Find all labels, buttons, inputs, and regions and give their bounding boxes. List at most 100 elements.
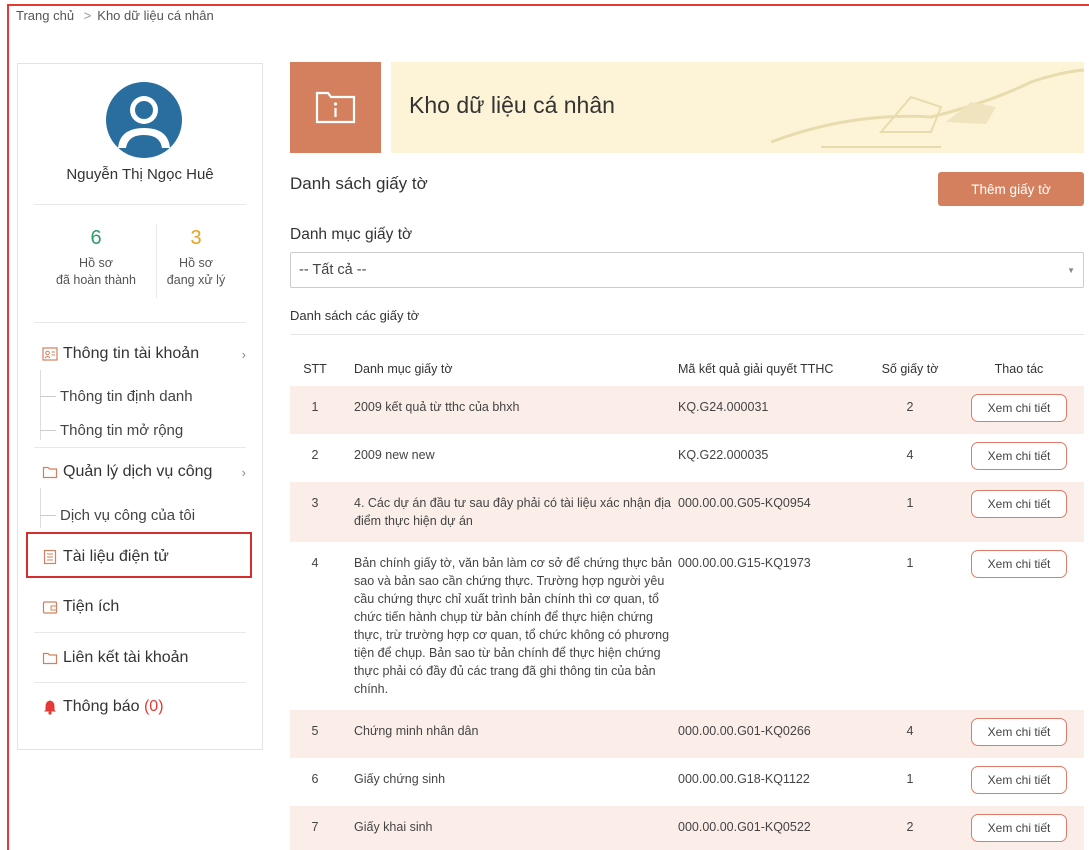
table-row: 7 Giấy khai sinh 000.00.00.G01-KQ0522 2 … [290, 806, 1084, 850]
view-detail-button[interactable]: Xem chi tiết [971, 490, 1067, 518]
row-name: Chứng minh nhân dân [340, 710, 678, 758]
row-name: Bản chính giấy tờ, văn bản làm cơ sở để … [354, 556, 672, 696]
row-name: 2009 new new [354, 448, 435, 462]
view-detail-button[interactable]: Xem chi tiết [971, 766, 1067, 794]
divider [34, 322, 246, 323]
folder-info-icon [315, 91, 356, 124]
menu-utilities-label: Tiện ích [63, 598, 120, 615]
add-document-button[interactable]: Thêm giấy tờ [938, 172, 1084, 206]
menu-extended-info-label: Thông tin mở rộng [60, 421, 184, 439]
menu-account-info-label: Thông tin tài khoản [63, 345, 200, 362]
stat-processing-value: 3 [190, 227, 202, 249]
breadcrumb-home[interactable]: Trang chủ [16, 8, 74, 23]
row-code: KQ.G24.000031 [678, 386, 866, 434]
avatar [106, 82, 182, 158]
table-header-row: STT Danh mục giấy tờ Mã kết quả giải quy… [290, 352, 1084, 386]
menu-e-documents-label: Tài liệu điện tử [63, 548, 169, 565]
page-title: Kho dữ liệu cá nhân [409, 92, 615, 118]
divider [34, 447, 246, 448]
menu-identity-info[interactable]: Thông tin định danh [40, 382, 193, 410]
table-row: 1 2009 kết quả từ tthc của bhxh KQ.G24.0… [290, 386, 1084, 434]
user-name: Nguyễn Thị Ngọc Huê [66, 166, 214, 183]
menu-account-info[interactable]: Thông tin tài khoản › [18, 339, 262, 369]
row-stt: 2 [311, 448, 319, 462]
view-detail-button[interactable]: Xem chi tiết [971, 550, 1067, 578]
view-detail-button[interactable]: Xem chi tiết [971, 814, 1067, 842]
row-code: 000.00.00.G18-KQ1122 [678, 772, 810, 786]
category-select-value: -- Tất cả -- [299, 262, 367, 278]
row-code: 000.00.00.G01-KQ0522 [678, 806, 866, 850]
row-count: 2 [866, 806, 954, 850]
row-count: 4 [906, 448, 914, 462]
caret-down-icon: ▼ [1067, 266, 1075, 275]
stat-completed-label-1: Hồ sơ [79, 256, 113, 270]
menu-linked-accounts-label: Liên kết tài khoản [63, 649, 189, 666]
divider [34, 204, 246, 205]
bell-icon [44, 700, 56, 715]
category-select[interactable]: -- Tất cả -- ▼ [290, 252, 1084, 288]
divider [290, 334, 1084, 335]
menu-utilities[interactable]: Tiện ích [18, 592, 262, 622]
stat-completed-label-2: đã hoàn thành [56, 273, 136, 287]
hero-banner: Kho dữ liệu cá nhân [391, 62, 1084, 153]
header-code: Mã kết quả giải quyết TTHC [678, 362, 834, 376]
divider [34, 682, 246, 683]
menu-public-services[interactable]: Quản lý dịch vụ công › [18, 457, 262, 487]
row-count: 1 [866, 482, 954, 542]
document-icon [43, 549, 57, 565]
user-avatar-icon [118, 96, 170, 148]
row-name: 2009 kết quả từ tthc của bhxh [340, 386, 678, 434]
row-stt: 5 [290, 710, 340, 758]
id-card-icon [42, 347, 58, 361]
section-title: Danh sách giấy tờ [290, 174, 428, 193]
list-title: Danh sách các giấy tờ [290, 308, 420, 323]
stat-processing: 3 Hồ sơ đang xử lý [146, 226, 246, 289]
chevron-right-icon: › [241, 464, 246, 480]
breadcrumb: Trang chủ > Kho dữ liệu cá nhân [16, 8, 214, 23]
table-row: 4 Bản chính giấy tờ, văn bản làm cơ sở đ… [290, 542, 1084, 710]
stat-completed-value: 6 [90, 227, 102, 249]
header-category: Danh mục giấy tờ [354, 362, 453, 376]
menu-public-services-label: Quản lý dịch vụ công [63, 463, 213, 480]
view-detail-button[interactable]: Xem chi tiết [971, 394, 1067, 422]
stat-completed: 6 Hồ sơ đã hoàn thành [46, 226, 146, 289]
row-name: Giấy khai sinh [340, 806, 678, 850]
divider [34, 632, 246, 633]
view-detail-button[interactable]: Xem chi tiết [971, 718, 1067, 746]
row-stt: 4 [311, 556, 319, 570]
menu-notifications[interactable]: Thông báo (0) [18, 692, 262, 722]
stat-processing-label-1: Hồ sơ [179, 256, 213, 270]
hero-icon-box [290, 62, 381, 153]
breadcrumb-current: Kho dữ liệu cá nhân [97, 8, 214, 23]
menu-identity-info-label: Thông tin định danh [60, 387, 193, 405]
row-count: 1 [906, 772, 914, 786]
row-stt: 6 [311, 772, 319, 786]
row-stt: 7 [290, 806, 340, 850]
row-code: 000.00.00.G05-KQ0954 [678, 482, 866, 542]
wallet-icon [42, 601, 58, 614]
filter-label: Danh mục giấy tờ [290, 226, 413, 243]
row-count: 1 [906, 556, 914, 570]
bird-ornament-icon [770, 68, 1084, 148]
menu-extended-info[interactable]: Thông tin mở rộng [40, 416, 183, 444]
menu-notifications-label: Thông báo [63, 698, 140, 715]
menu-linked-accounts[interactable]: Liên kết tài khoản [18, 643, 262, 673]
row-count: 2 [866, 386, 954, 434]
menu-e-documents[interactable]: Tài liệu điện tử [18, 542, 262, 572]
table-row: 2 2009 new new KQ.G22.000035 4 Xem chi t… [290, 434, 1084, 482]
header-count: Số giấy tờ [881, 362, 939, 376]
row-count: 4 [866, 710, 954, 758]
header-action: Thao tác [994, 362, 1044, 376]
row-name: Giấy chứng sinh [354, 772, 446, 786]
folder-icon [42, 466, 58, 479]
view-detail-button[interactable]: Xem chi tiết [971, 442, 1067, 470]
table-row: 3 4. Các dự án đầu tư sau đây phải có tà… [290, 482, 1084, 542]
documents-table: STT Danh mục giấy tờ Mã kết quả giải quy… [290, 352, 1084, 850]
menu-my-services[interactable]: Dịch vụ công của tôi [40, 501, 195, 529]
notifications-count-badge: (0) [143, 698, 164, 715]
stat-processing-label-2: đang xử lý [166, 273, 226, 287]
table-row: 6 Giấy chứng sinh 000.00.00.G18-KQ1122 1… [290, 758, 1084, 806]
folder-icon [42, 652, 58, 665]
row-stt: 1 [290, 386, 340, 434]
row-code: 000.00.00.G15-KQ1973 [678, 556, 811, 570]
